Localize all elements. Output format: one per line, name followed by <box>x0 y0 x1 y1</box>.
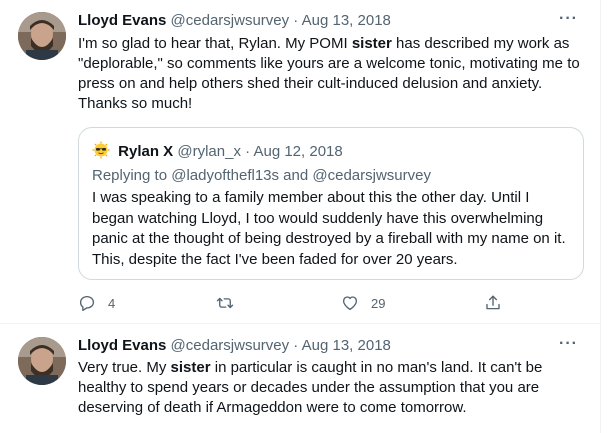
quoted-tweet-text: I was speaking to a family member about … <box>92 189 566 268</box>
heart-icon <box>342 296 358 311</box>
like-count: 29 <box>371 295 386 311</box>
quoted-tweet[interactable]: Rylan X @rylan_x · Aug 12, 2018 Replying… <box>78 127 584 280</box>
replying-to-line: Replying to @ladyofthefl13s and @cedarsj… <box>92 166 431 186</box>
mention-link[interactable]: @cedarsjwsurvey <box>312 167 431 184</box>
more-options-icon[interactable]: ··· <box>559 334 578 354</box>
tweet-text-part: I'm so glad to hear that, Rylan. My POMI <box>78 35 352 52</box>
tweet-header: Lloyd Evans @cedarsjwsurvey · Aug 13, 20… <box>78 334 578 356</box>
author-name[interactable]: Lloyd Evans <box>78 12 166 29</box>
quoted-author-name[interactable]: Rylan X <box>118 143 173 160</box>
tweet-date[interactable]: Aug 13, 2018 <box>302 337 391 354</box>
author-name[interactable]: Lloyd Evans <box>78 337 166 354</box>
share-button[interactable] <box>484 292 502 314</box>
highlighted-term: sister <box>351 35 392 52</box>
replying-to-label: Replying to <box>92 167 172 184</box>
author-handle[interactable]: @cedarsjwsurvey <box>171 337 290 354</box>
separator-dot: · <box>245 143 251 160</box>
replying-to-conjunction: and <box>279 167 313 184</box>
separator-dot: · <box>293 337 299 354</box>
avatar[interactable] <box>18 337 66 385</box>
tweet-actions: 4 29 <box>78 292 508 314</box>
avatar-photo <box>18 337 66 385</box>
share-icon <box>486 295 500 310</box>
tweet[interactable]: Lloyd Evans @cedarsjwsurvey · Aug 13, 20… <box>0 325 600 433</box>
tweet-header: Lloyd Evans @cedarsjwsurvey · Aug 13, 20… <box>78 9 578 31</box>
author-handle[interactable]: @cedarsjwsurvey <box>171 12 290 29</box>
retweet-icon <box>216 297 234 309</box>
column-divider <box>600 0 601 433</box>
tweet-text: Very true. My sister in particular is ca… <box>78 358 583 418</box>
tweet-text-part: Very true. My <box>78 359 171 376</box>
quoted-tweet-header: Rylan X @rylan_x · Aug 12, 2018 <box>92 141 343 161</box>
avatar-photo <box>18 12 66 60</box>
separator-dot: · <box>293 12 299 29</box>
highlighted-term: sister <box>170 359 211 376</box>
quoted-tweet-date[interactable]: Aug 12, 2018 <box>253 143 342 160</box>
sunglasses-emoji-icon <box>92 141 110 159</box>
tweet-feed: Lloyd Evans @cedarsjwsurvey · Aug 13, 20… <box>0 0 612 433</box>
reply-button[interactable]: 4 <box>78 292 115 314</box>
mention-link[interactable]: @ladyofthefl13s <box>171 167 279 184</box>
more-options-icon[interactable]: ··· <box>559 9 578 29</box>
tweet-text: I'm so glad to hear that, Rylan. My POMI… <box>78 34 583 114</box>
reply-icon <box>79 295 95 312</box>
like-button[interactable]: 29 <box>341 292 385 314</box>
reply-count: 4 <box>108 295 116 311</box>
retweet-button[interactable] <box>216 292 246 314</box>
avatar[interactable] <box>18 12 66 60</box>
tweet[interactable]: Lloyd Evans @cedarsjwsurvey · Aug 13, 20… <box>0 0 600 324</box>
quoted-author-handle[interactable]: @rylan_x <box>177 143 241 160</box>
tweet-date[interactable]: Aug 13, 2018 <box>302 12 391 29</box>
